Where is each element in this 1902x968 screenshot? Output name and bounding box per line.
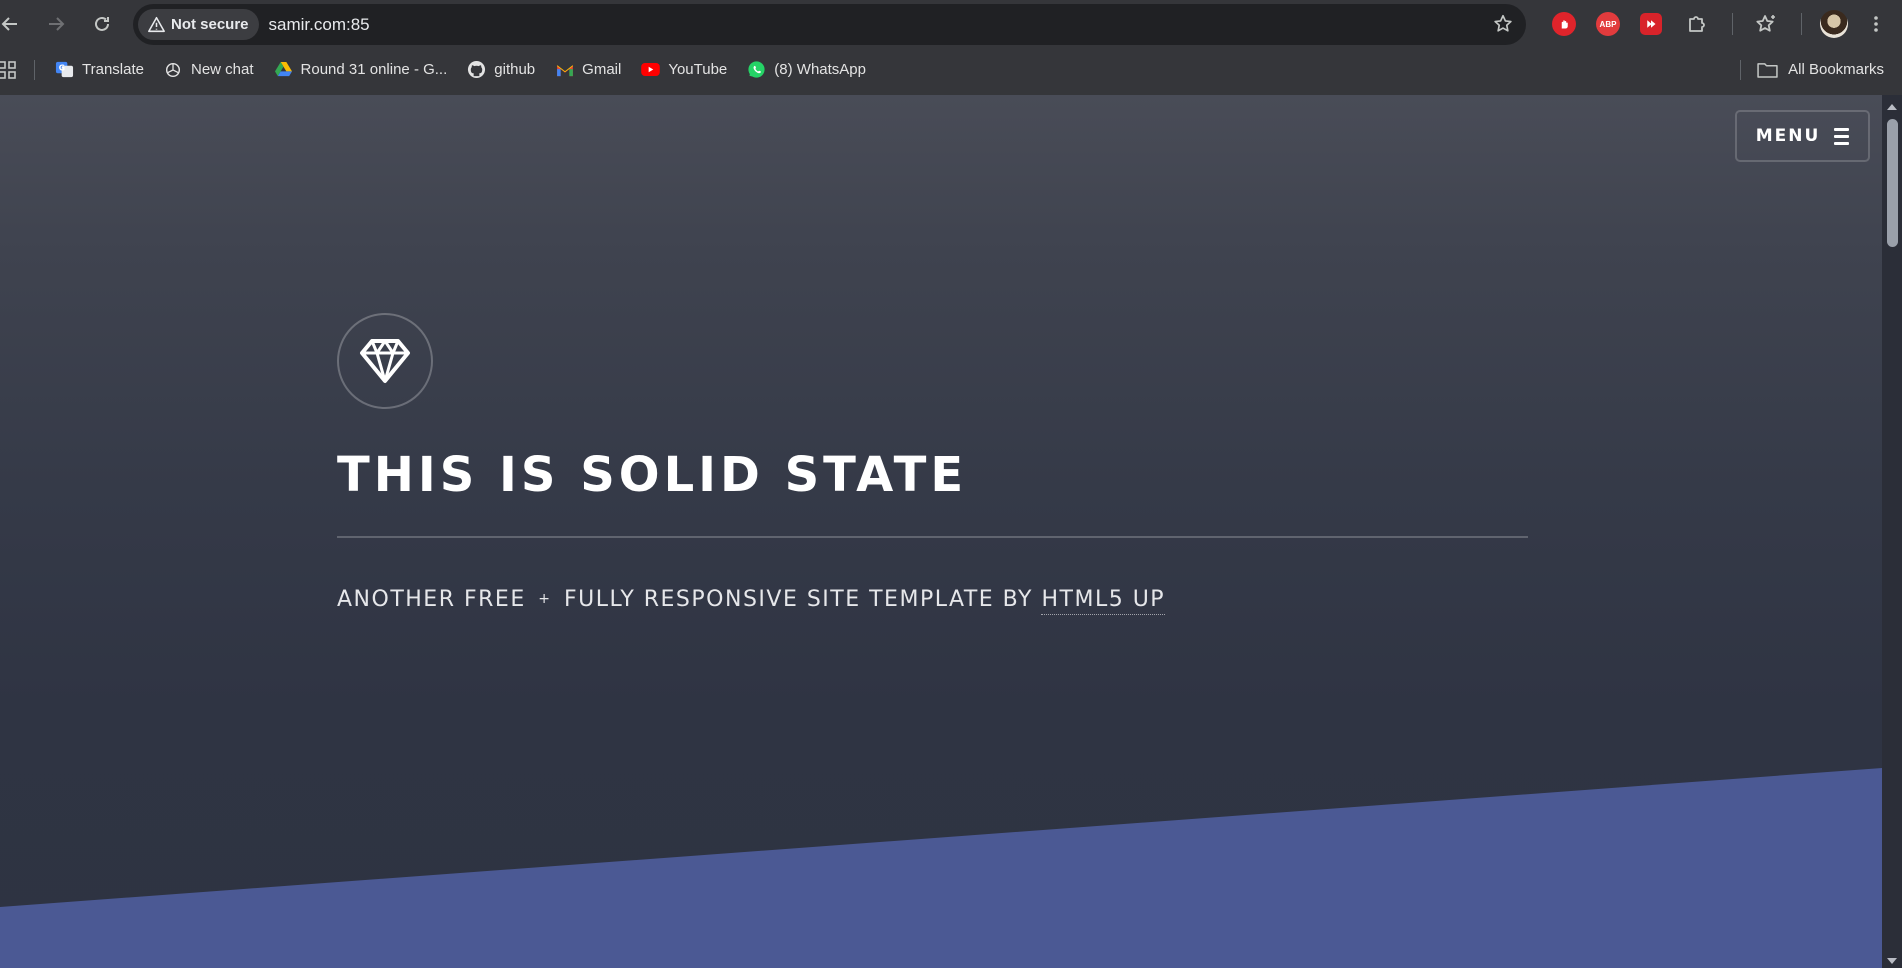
bookmark-github[interactable]: github <box>467 60 535 79</box>
whatsapp-icon <box>747 60 766 79</box>
reading-list-star-icon[interactable] <box>1753 11 1779 37</box>
translate-icon: G <box>55 60 74 79</box>
bookmark-youtube[interactable]: YouTube <box>641 60 727 79</box>
bookmarks-bar: G Translate New chat Round 31 online - G… <box>0 48 1902 91</box>
subtitle-plus: + <box>538 591 552 607</box>
scroll-down-arrow-icon[interactable] <box>1887 958 1897 964</box>
bookmark-label: github <box>494 61 536 78</box>
menu-button[interactable]: MENU <box>1735 110 1870 162</box>
scrollbar-thumb[interactable] <box>1887 119 1898 247</box>
extensions-area: ABP <box>1540 0 1886 48</box>
diagonal-wedge <box>0 768 1882 968</box>
logo <box>337 313 433 409</box>
kebab-menu-icon[interactable] <box>1866 10 1886 38</box>
svg-text:G: G <box>59 63 65 72</box>
forward-button[interactable] <box>38 6 74 42</box>
all-bookmarks[interactable]: All Bookmarks <box>1757 48 1884 91</box>
adblock-hand-icon[interactable] <box>1552 12 1576 36</box>
drive-icon <box>274 60 293 79</box>
subtitle-part2: FULLY RESPONSIVE SITE TEMPLATE BY <box>563 587 1033 612</box>
folder-icon <box>1757 63 1778 78</box>
scroll-up-arrow-icon[interactable] <box>1887 104 1897 110</box>
back-button[interactable] <box>0 6 28 42</box>
bookmark-translate[interactable]: G Translate <box>55 60 144 79</box>
arrow-right-icon <box>49 17 65 31</box>
bookmarks-divider <box>34 59 35 80</box>
arrow-left-icon <box>1 17 17 31</box>
url-text[interactable]: samir.com:85 <box>269 15 370 35</box>
page-subtitle: ANOTHER FREE + FULLY RESPONSIVE SITE TEM… <box>337 587 1166 615</box>
security-label: Not secure <box>171 16 249 33</box>
profile-avatar[interactable] <box>1820 10 1848 38</box>
browser-toolbar: Not secure samir.com:85 ABP <box>0 0 1902 48</box>
gmail-icon <box>555 60 574 79</box>
warning-icon <box>148 16 165 33</box>
abp-text: ABP <box>1599 19 1617 29</box>
bookmark-round-31[interactable]: Round 31 online - G... <box>274 60 448 79</box>
youtube-icon <box>641 60 661 79</box>
bookmark-label: YouTube <box>668 61 728 78</box>
openai-icon <box>164 60 183 79</box>
address-bar[interactable]: Not secure samir.com:85 <box>133 4 1526 45</box>
abp-icon[interactable]: ABP <box>1596 12 1620 36</box>
bookmark-label: Gmail <box>582 61 622 78</box>
hamburger-icon <box>1834 127 1850 145</box>
reload-icon <box>95 16 109 31</box>
security-chip[interactable]: Not secure <box>138 9 259 40</box>
title-divider <box>337 536 1528 538</box>
bookmark-star-icon[interactable] <box>1492 13 1514 35</box>
all-bookmarks-label: All Bookmarks <box>1788 61 1884 78</box>
bookmark-gmail[interactable]: Gmail <box>555 60 621 79</box>
bookmark-new-chat[interactable]: New chat <box>164 60 254 79</box>
menu-label: MENU <box>1755 126 1821 146</box>
bookmark-label: (8) WhatsApp <box>774 61 866 78</box>
puzzle-icon[interactable] <box>1684 11 1710 37</box>
page-title: THIS IS SOLID STATE <box>337 447 968 503</box>
bookmark-label: Round 31 online - G... <box>300 61 448 78</box>
video-ext-icon[interactable] <box>1640 13 1662 35</box>
apps-grid-icon[interactable] <box>0 60 16 79</box>
reload-button[interactable] <box>84 6 120 42</box>
toolbar-divider <box>1801 13 1802 35</box>
toolbar-divider <box>1732 13 1733 35</box>
bookmarks-divider <box>1740 60 1741 80</box>
subtitle-part1: ANOTHER FREE <box>337 587 526 612</box>
bookmark-label: New chat <box>190 61 254 78</box>
bookmark-label: Translate <box>82 61 144 78</box>
page-viewport: MENU THIS IS SOLID STATE ANOTHER FREE + … <box>0 95 1902 968</box>
diamond-icon <box>360 339 410 383</box>
github-icon <box>467 60 486 79</box>
bookmark-whatsapp[interactable]: (8) WhatsApp <box>747 60 866 79</box>
html5up-link[interactable]: HTML5 UP <box>1041 587 1166 615</box>
